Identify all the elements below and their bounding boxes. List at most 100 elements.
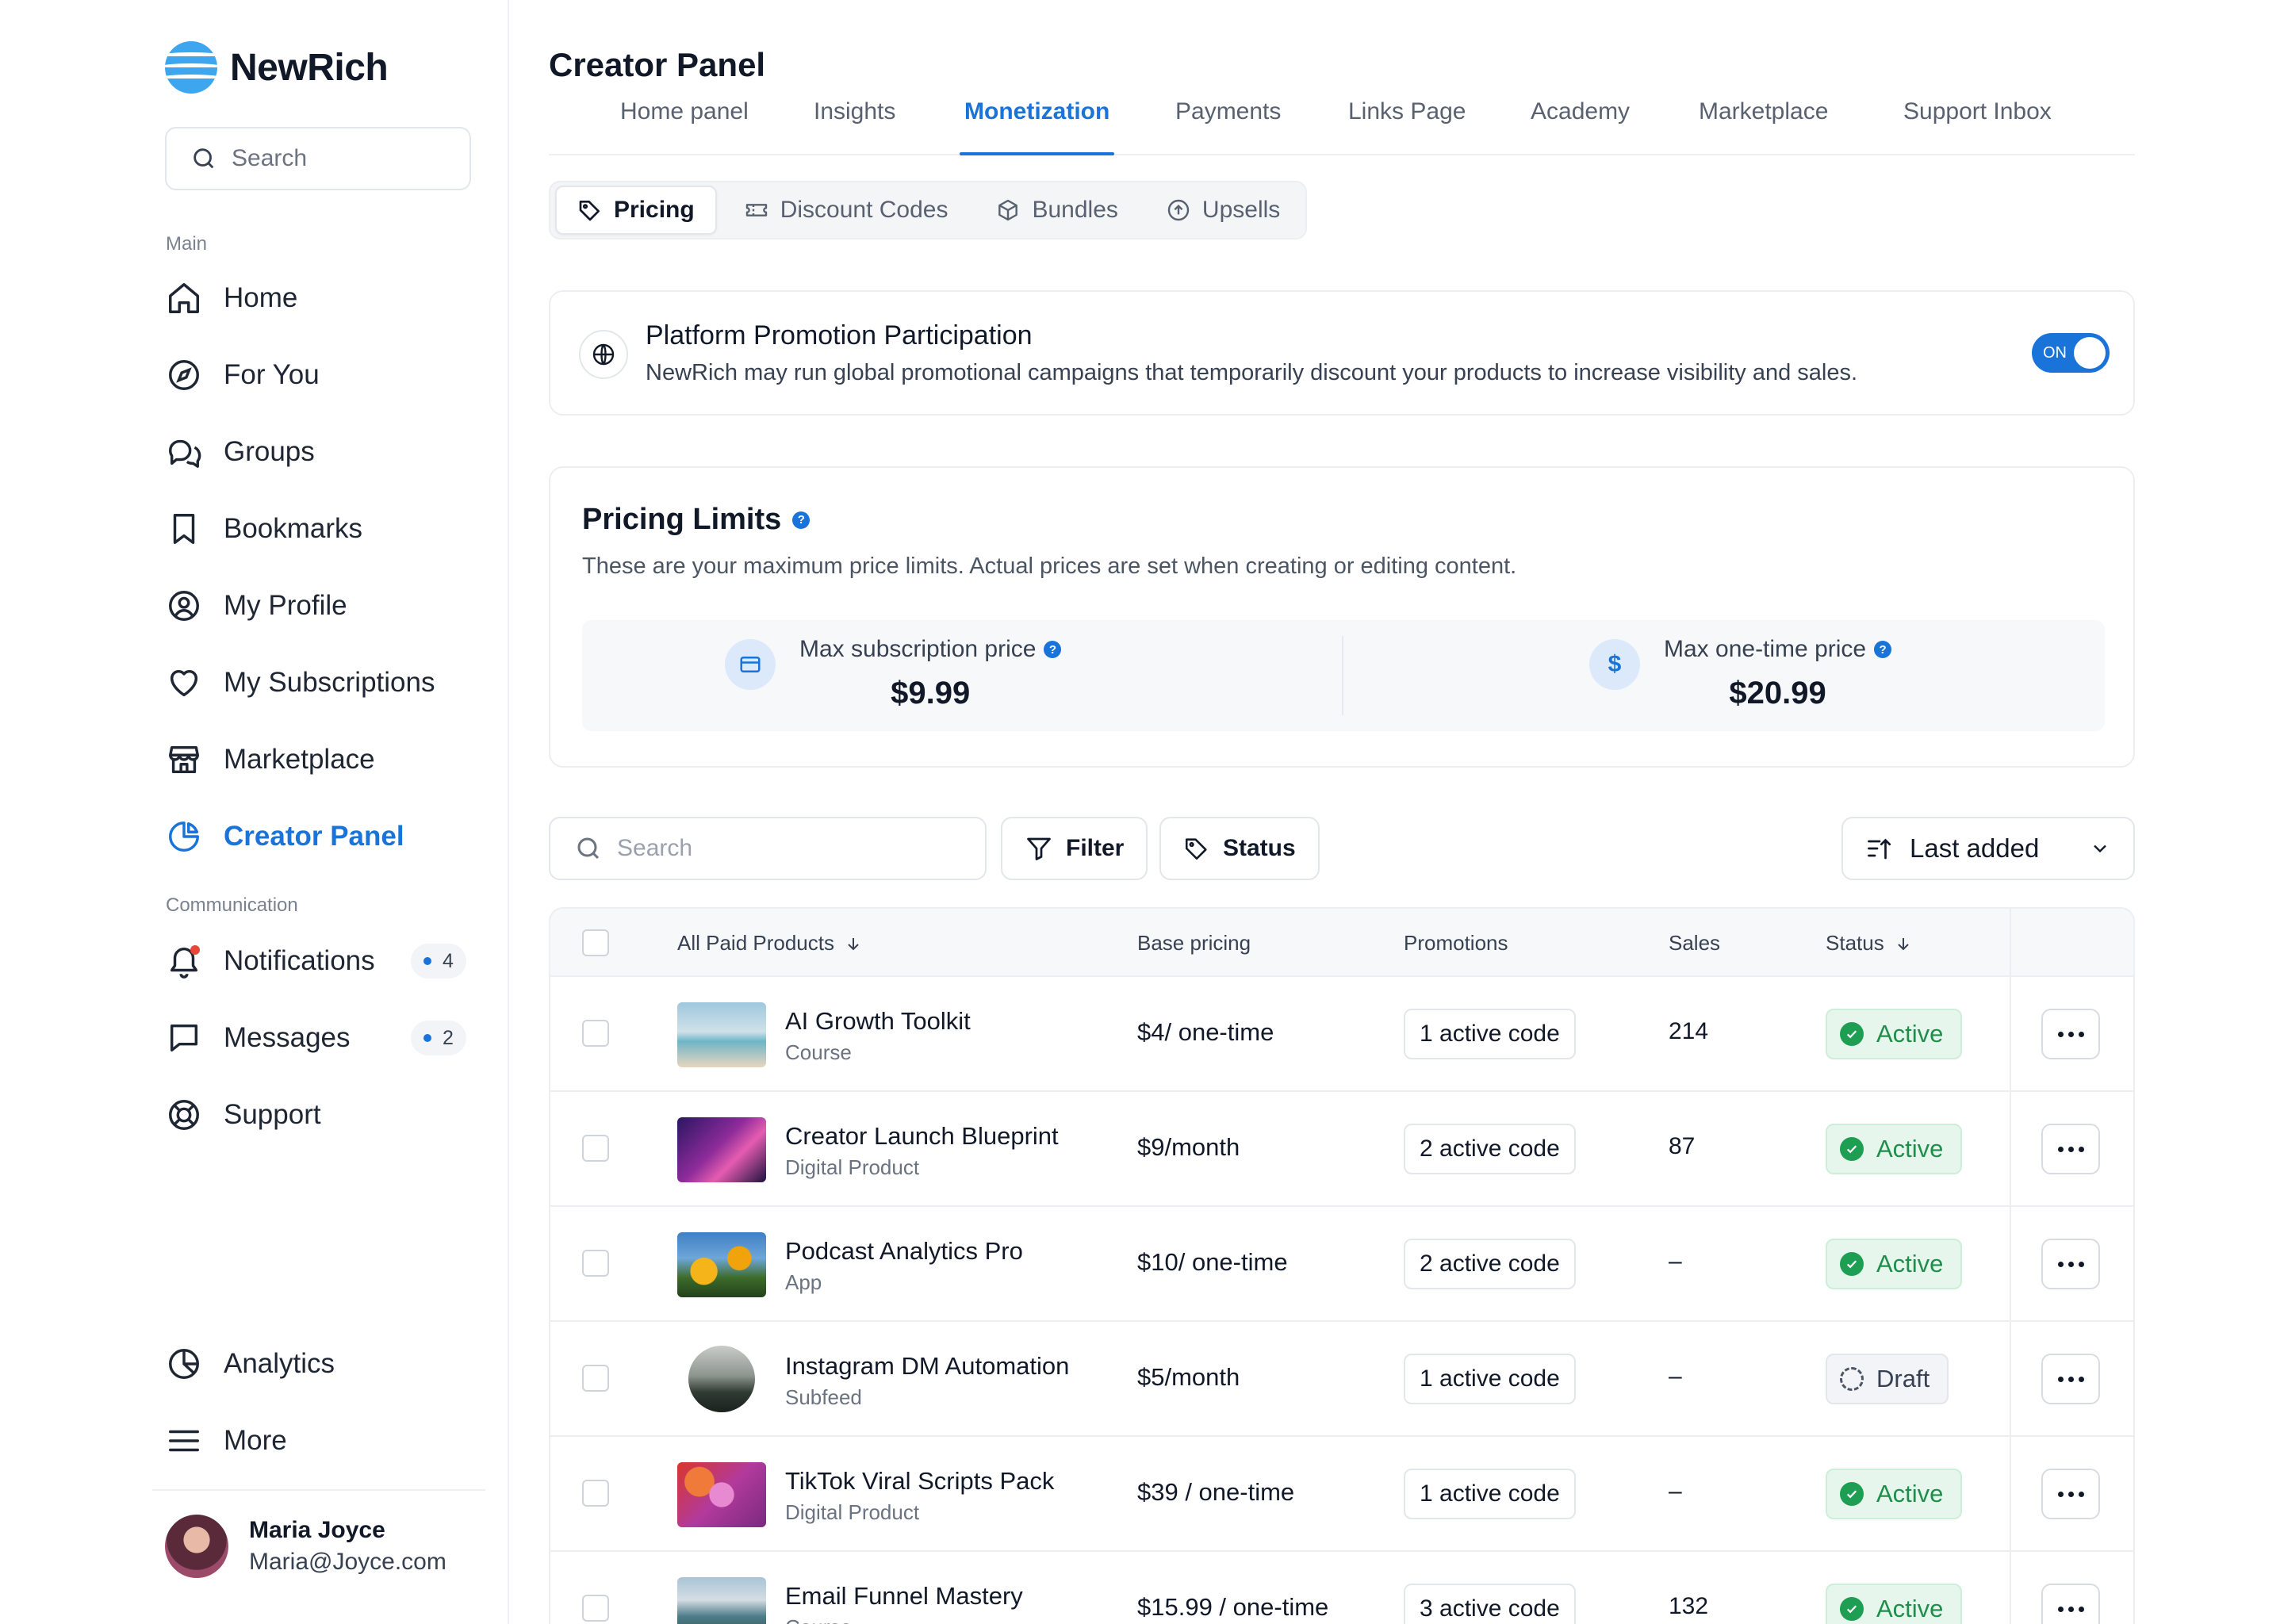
product-name[interactable]: Instagram DM Automation	[785, 1352, 1069, 1381]
main-tabs: Home panel Insights Monetization Payment…	[549, 87, 2135, 155]
table-row[interactable]: Podcast Analytics Pro App $10/ one-time …	[550, 1207, 2133, 1322]
product-name[interactable]: AI Growth Toolkit	[785, 1007, 971, 1036]
table-row[interactable]: AI Growth Toolkit Course $4/ one-time 1 …	[550, 977, 2133, 1092]
bookmark-icon	[165, 510, 203, 548]
tab-payments[interactable]: Payments	[1175, 98, 1281, 155]
app-logo[interactable]: NewRich	[165, 40, 389, 95]
sidebar-item-more[interactable]: More	[165, 1415, 474, 1466]
tab-monetization[interactable]: Monetization	[959, 98, 1115, 155]
globe-icon	[579, 330, 628, 379]
promotion-toggle[interactable]: ON	[2032, 333, 2110, 373]
product-thumbnail	[677, 1002, 766, 1067]
row-actions-button[interactable]	[2041, 1239, 2100, 1289]
sidebar-search-input[interactable]: Search	[165, 127, 471, 190]
row-checkbox[interactable]	[582, 1365, 609, 1392]
row-checkbox[interactable]	[582, 1480, 609, 1507]
promotion-chip[interactable]: 1 active code	[1404, 1354, 1576, 1404]
product-type: Subfeed	[785, 1385, 862, 1409]
sidebar-item-notifications[interactable]: Notifications 4	[165, 936, 474, 986]
row-checkbox[interactable]	[582, 1250, 609, 1277]
sidebar-item-analytics[interactable]: Analytics	[165, 1339, 474, 1389]
sidebar-item-bookmarks[interactable]: Bookmarks	[165, 504, 474, 554]
row-actions-button[interactable]	[2041, 1584, 2100, 1624]
promotion-chip[interactable]: 1 active code	[1404, 1469, 1576, 1519]
row-actions-button[interactable]	[2041, 1009, 2100, 1059]
sidebar-item-home[interactable]: Home	[165, 273, 474, 324]
notification-dot	[190, 945, 200, 955]
header-all-paid-products[interactable]: All Paid Products	[677, 931, 863, 956]
product-thumbnail	[677, 1462, 766, 1527]
user-circle-icon	[165, 587, 203, 625]
table-row[interactable]: Instagram DM Automation Subfeed $5/month…	[550, 1322, 2133, 1437]
tab-support-inbox[interactable]: Support Inbox	[1903, 98, 2052, 155]
tab-links-page[interactable]: Links Page	[1348, 98, 1466, 155]
subtab-label: Pricing	[614, 197, 695, 223]
sidebar-item-label: My Profile	[224, 590, 347, 621]
header-status[interactable]: Status	[1826, 931, 1913, 956]
status-badge: Draft	[1826, 1354, 1949, 1404]
user-profile[interactable]: Maria Joyce Maria@Joyce.com	[165, 1515, 446, 1578]
max-onetime-label: Max one-time price?	[1664, 636, 1892, 663]
sidebar-item-label: Home	[224, 282, 298, 313]
sort-dropdown[interactable]: Last added	[1841, 817, 2135, 880]
sidebar-item-messages[interactable]: Messages 2	[165, 1013, 474, 1063]
product-name[interactable]: TikTok Viral Scripts Pack	[785, 1467, 1054, 1496]
row-checkbox[interactable]	[582, 1020, 609, 1047]
sidebar-item-groups[interactable]: Groups	[165, 427, 474, 477]
sidebar-item-label: My Subscriptions	[224, 667, 435, 698]
promotion-chip[interactable]: 3 active code	[1404, 1584, 1576, 1624]
subtab-upsells[interactable]: Upsells	[1145, 186, 1301, 235]
sidebar-item-my-profile[interactable]: My Profile	[165, 580, 474, 631]
sidebar-item-label: More	[224, 1425, 287, 1456]
sales-count: 132	[1669, 1593, 1709, 1619]
check-circle-icon	[1840, 1022, 1864, 1046]
sidebar-item-creator-panel[interactable]: Creator Panel	[165, 811, 474, 862]
row-actions-button[interactable]	[2041, 1469, 2100, 1519]
table-row[interactable]: Creator Launch Blueprint Digital Product…	[550, 1092, 2133, 1207]
check-circle-icon	[1840, 1137, 1864, 1161]
tab-marketplace[interactable]: Marketplace	[1699, 98, 1828, 155]
subtab-discount-codes[interactable]: Discount Codes	[723, 186, 969, 235]
sidebar-item-marketplace[interactable]: Marketplace	[165, 734, 474, 785]
compass-icon	[165, 356, 203, 394]
filter-button[interactable]: Filter	[1001, 817, 1148, 880]
sidebar-item-for-you[interactable]: For You	[165, 350, 474, 400]
sidebar-item-my-subscriptions[interactable]: My Subscriptions	[165, 657, 474, 708]
row-actions-button[interactable]	[2041, 1354, 2100, 1404]
tab-academy[interactable]: Academy	[1531, 98, 1630, 155]
product-name[interactable]: Email Funnel Mastery	[785, 1582, 1023, 1611]
home-icon	[165, 279, 203, 317]
promotion-chip[interactable]: 1 active code	[1404, 1009, 1576, 1059]
page-title: Creator Panel	[549, 46, 766, 83]
select-all-checkbox[interactable]	[582, 929, 609, 956]
table-row[interactable]: Email Funnel Mastery Course $15.99 / one…	[550, 1552, 2133, 1624]
message-icon	[165, 1019, 203, 1057]
sidebar-item-support[interactable]: Support	[165, 1090, 474, 1140]
product-name[interactable]: Podcast Analytics Pro	[785, 1237, 1023, 1266]
store-icon	[165, 741, 203, 779]
tab-insights[interactable]: Insights	[814, 98, 895, 155]
row-checkbox[interactable]	[582, 1595, 609, 1622]
subtab-pricing[interactable]: Pricing	[555, 186, 717, 235]
tab-home-panel[interactable]: Home panel	[620, 98, 749, 155]
subtab-bundles[interactable]: Bundles	[975, 186, 1138, 235]
products-search-input[interactable]: Search	[549, 817, 987, 880]
help-icon[interactable]: ?	[792, 511, 811, 529]
arrow-down-icon	[1898, 937, 1909, 950]
check-circle-icon	[1840, 1482, 1864, 1506]
help-icon[interactable]: ?	[1874, 641, 1892, 658]
product-name[interactable]: Creator Launch Blueprint	[785, 1122, 1059, 1151]
row-actions-button[interactable]	[2041, 1124, 2100, 1174]
promotion-title: Platform Promotion Participation	[646, 320, 1033, 350]
help-icon[interactable]: ?	[1044, 641, 1062, 658]
table-row[interactable]: TikTok Viral Scripts Pack Digital Produc…	[550, 1437, 2133, 1552]
promotion-chip[interactable]: 2 active code	[1404, 1124, 1576, 1174]
tag-icon	[579, 201, 600, 221]
promotion-chip[interactable]: 2 active code	[1404, 1239, 1576, 1289]
row-checkbox[interactable]	[582, 1135, 609, 1162]
sidebar-search-placeholder: Search	[232, 145, 308, 171]
table-header: All Paid Products Base pricing Promotion…	[550, 909, 2133, 977]
max-onetime-limit: $ Max one-time price? $20.99	[1589, 636, 1892, 711]
subtab-label: Bundles	[1032, 197, 1118, 223]
status-filter-button[interactable]: Status	[1159, 817, 1320, 880]
